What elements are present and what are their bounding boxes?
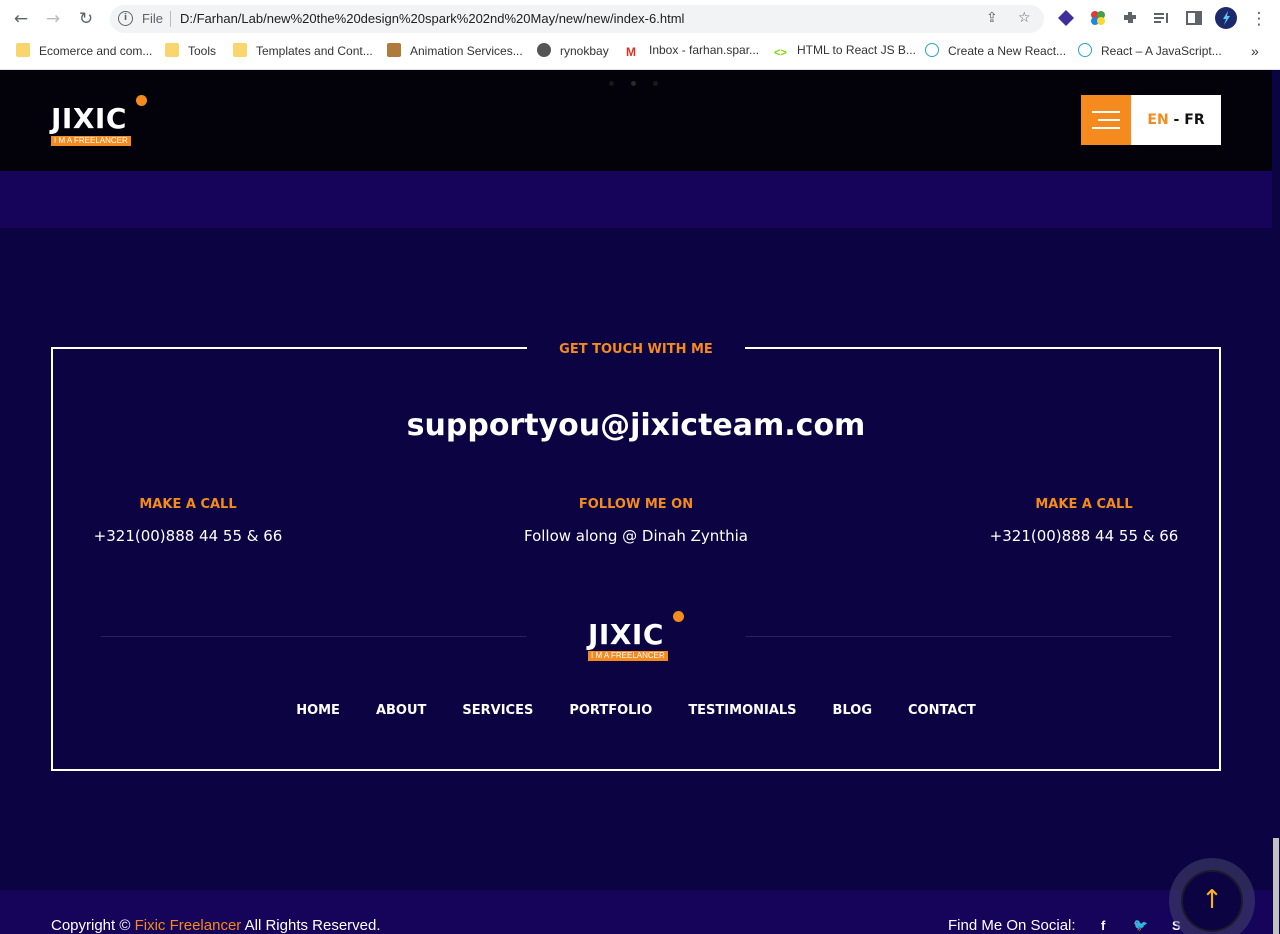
lang-en-link[interactable]: EN	[1147, 112, 1168, 128]
nav-blog[interactable]: BLOG	[833, 703, 872, 718]
copyright-suffix: All Rights Reserved.	[241, 917, 381, 934]
menu-line	[1098, 119, 1120, 121]
nav-services[interactable]: SERVICES	[462, 703, 533, 718]
extension-colorwheel-icon[interactable]	[1089, 9, 1107, 27]
hamburger-menu-button[interactable]	[1081, 95, 1131, 145]
bookmark-item[interactable]: Create a New React...	[925, 43, 1066, 59]
column-heading: MAKE A CALL	[139, 497, 237, 512]
nav-testimonials[interactable]: TESTIMONIALS	[688, 703, 796, 718]
bookmarks-bar: Ecomerce and com... Tools Templates and …	[0, 38, 1280, 64]
phone-number[interactable]: +321(00)888 44 55 & 66	[964, 527, 1204, 545]
react-icon	[925, 43, 939, 57]
copyright-prefix: Copyright ©	[51, 917, 135, 934]
url-text[interactable]: D:/Farhan/Lab/new%20the%20design%20spark…	[180, 11, 684, 26]
animation-site-icon	[387, 43, 401, 57]
bookmark-star-icon[interactable]: ☆	[1018, 10, 1031, 26]
bookmark-item[interactable]: Templates and Cont...	[233, 43, 373, 59]
social-label: Find Me On Social:	[948, 917, 1076, 934]
copyright-text: Copyright © Fixic Freelancer All Rights …	[51, 917, 381, 934]
phone-number[interactable]: +321(00)888 44 55 & 66	[68, 527, 308, 545]
nav-home[interactable]: HOME	[296, 703, 340, 718]
side-panel-icon[interactable]	[1185, 9, 1203, 27]
bookmark-item[interactable]: Tools	[165, 43, 216, 59]
footer-logo-text[interactable]: JIXIC	[588, 618, 664, 651]
bookmark-item[interactable]: React – A JavaScript...	[1078, 43, 1222, 59]
bookmark-item[interactable]: Animation Services...	[387, 43, 523, 59]
folder-icon	[233, 43, 247, 57]
header-logo-tagline: I M A FREELANCER	[51, 136, 131, 146]
share-icon[interactable]: ⇪	[986, 10, 998, 26]
gmail-icon: M	[626, 45, 636, 59]
lang-separator: -	[1168, 112, 1185, 128]
menu-line	[1092, 127, 1120, 129]
site-info-icon[interactable]: i	[118, 11, 133, 26]
contact-email[interactable]: supportyou@jixicteam.com	[0, 408, 1272, 443]
page-scrollbar-track[interactable]	[1272, 70, 1280, 934]
logo-dot	[673, 611, 684, 622]
follow-text[interactable]: Follow along @ Dinah Zynthia	[486, 527, 786, 545]
language-switcher: EN - FR	[1131, 95, 1221, 145]
lang-fr-link[interactable]: FR	[1184, 112, 1204, 128]
facebook-icon[interactable]: f	[1101, 918, 1105, 933]
bookmark-item[interactable]: M Inbox - farhan.spar...	[626, 43, 759, 59]
footer-divider	[101, 636, 526, 637]
folder-icon	[16, 43, 30, 57]
profile-avatar-icon[interactable]	[1215, 7, 1237, 29]
reload-icon[interactable]: ↻	[75, 8, 97, 30]
slider-dot[interactable]	[631, 81, 636, 86]
section-band	[0, 171, 1280, 228]
react-icon	[1078, 43, 1092, 57]
address-bar[interactable]: i File D:/Farhan/Lab/new%20the%20design%…	[110, 5, 1044, 33]
page-scrollbar-thumb[interactable]	[1273, 838, 1279, 934]
back-to-top-button[interactable]: ↑	[1169, 858, 1255, 934]
media-queue-icon[interactable]	[1152, 9, 1170, 27]
header-logo-text[interactable]: JIXIC	[51, 102, 127, 135]
column-heading: FOLLOW ME ON	[578, 497, 694, 512]
nav-contact[interactable]: CONTACT	[908, 703, 976, 718]
footer-divider	[746, 636, 1171, 637]
slider-dot[interactable]	[609, 81, 614, 86]
twitter-icon[interactable]: 🐦	[1133, 918, 1148, 932]
slider-dot[interactable]	[653, 81, 658, 86]
code-icon: <>	[774, 47, 787, 59]
footer-logo-tagline: I M A FREELANCER	[588, 651, 668, 661]
globe-icon	[537, 43, 551, 57]
browser-toolbar: ← → ↻ i File D:/Farhan/Lab/new%20the%20d…	[0, 0, 1280, 37]
copyright-brand-link[interactable]: Fixic Freelancer	[135, 917, 242, 934]
menu-line	[1092, 111, 1120, 113]
browser-menu-icon[interactable]: ⋮	[1248, 8, 1270, 30]
arrow-up-icon: ↑	[1181, 870, 1243, 932]
logo-dot	[136, 95, 147, 106]
extension-layers-icon[interactable]	[1057, 9, 1075, 27]
file-label: File	[142, 11, 163, 26]
extensions-puzzle-icon[interactable]	[1121, 9, 1139, 27]
folder-icon	[165, 43, 179, 57]
bookmark-item[interactable]: <> HTML to React JS B...	[774, 43, 916, 59]
footer-nav: HOME ABOUT SERVICES PORTFOLIO TESTIMONIALS BL…	[0, 699, 1272, 718]
more-bookmarks-icon[interactable]: »	[1251, 43, 1259, 59]
section-heading: GET TOUCH WITH ME	[559, 342, 713, 357]
bookmark-item[interactable]: rynokbay	[537, 43, 609, 59]
forward-arrow-icon[interactable]: →	[42, 8, 64, 30]
back-arrow-icon[interactable]: ←	[10, 8, 32, 30]
column-heading: MAKE A CALL	[1035, 497, 1133, 512]
omnibox-separator	[170, 11, 171, 27]
nav-about[interactable]: ABOUT	[376, 703, 426, 718]
nav-portfolio[interactable]: PORTFOLIO	[569, 703, 652, 718]
browser-chrome: ← → ↻ i File D:/Farhan/Lab/new%20the%20d…	[0, 0, 1280, 70]
bookmark-item[interactable]: Ecomerce and com...	[16, 43, 152, 59]
slider-dots	[609, 71, 675, 90]
